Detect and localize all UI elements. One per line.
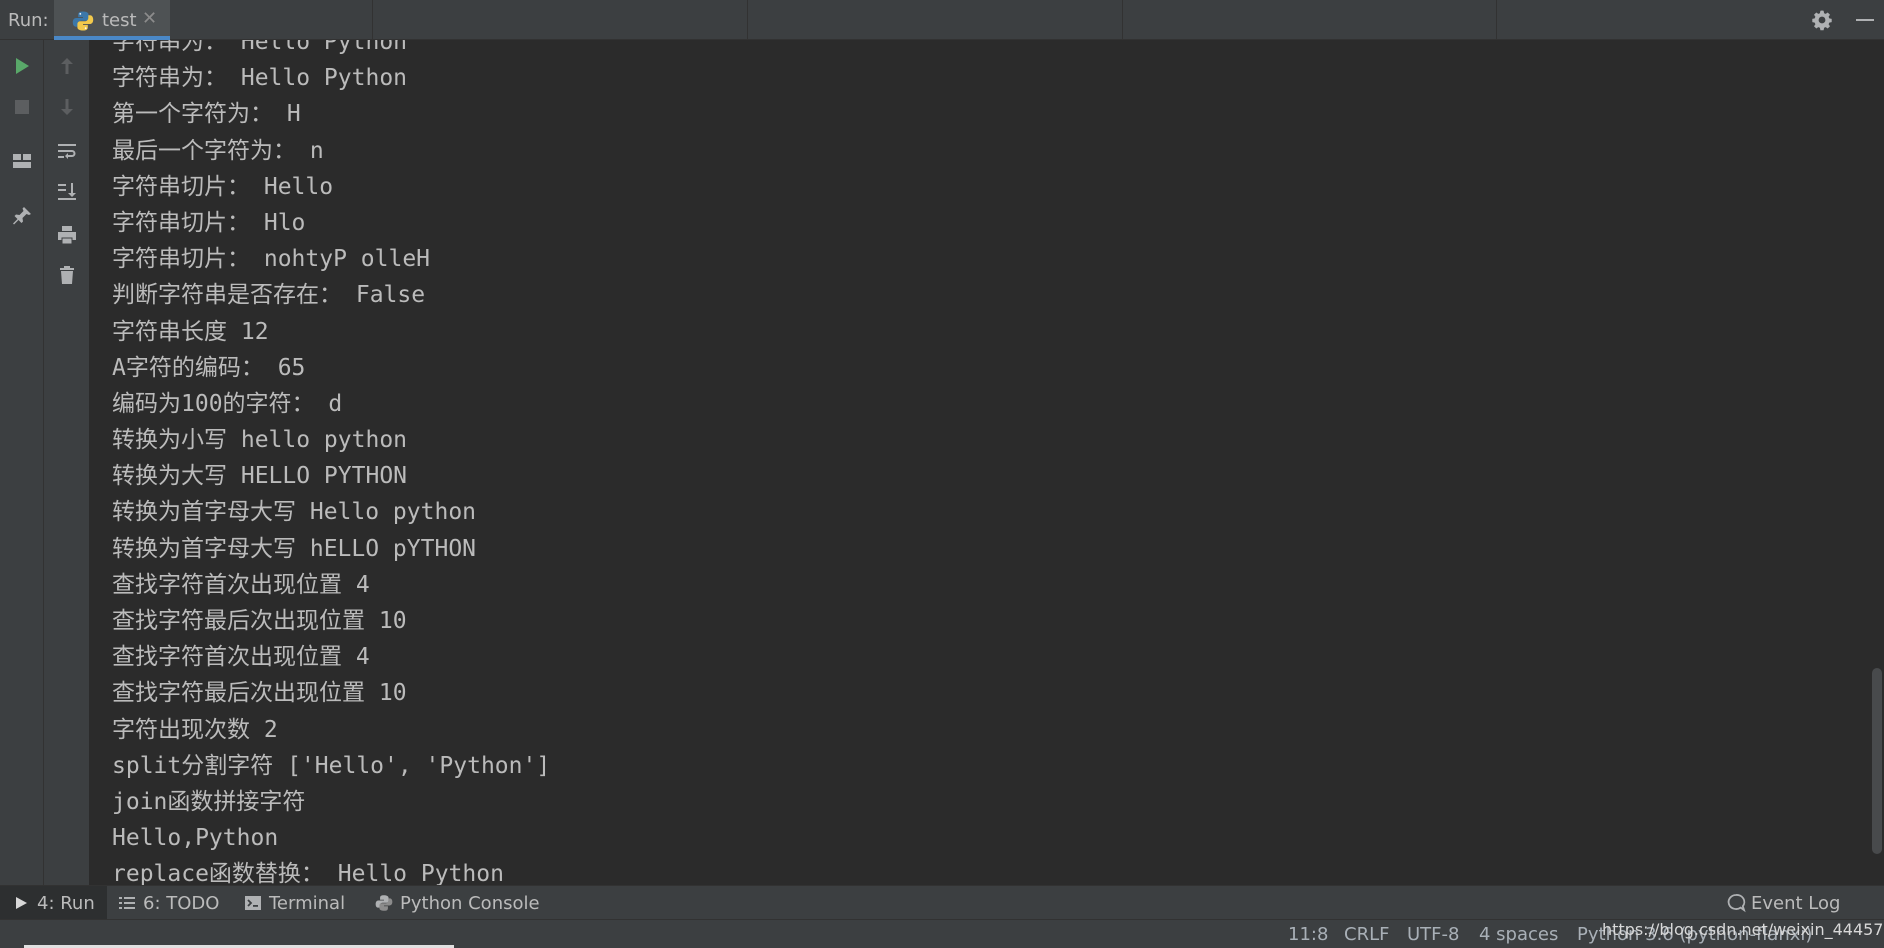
layout-button[interactable] (9, 148, 35, 174)
tab-terminal[interactable]: Terminal (232, 886, 357, 920)
tab-terminal-label: Terminal (269, 892, 346, 914)
console-line: 查找字符首次出现位置 4 (112, 571, 370, 598)
tab-divider (747, 0, 748, 40)
indent-setting[interactable]: 4 spaces (1479, 924, 1558, 945)
minimize-icon[interactable] (1856, 19, 1874, 21)
scroll-up-button[interactable] (54, 53, 80, 79)
console-line: 字符串为： Hello Python (112, 65, 408, 92)
console-line: 转换为小写 hello python (112, 427, 408, 454)
gear-icon[interactable] (1810, 8, 1834, 32)
file-encoding[interactable]: UTF-8 (1407, 924, 1459, 945)
console-line: 转换为首字母大写 hELLO pYTHON (112, 535, 477, 562)
python-icon (72, 11, 94, 31)
tab-run[interactable]: 4: Run (0, 886, 107, 920)
console-scrollbar-thumb[interactable] (1872, 668, 1882, 854)
tab-divider (372, 0, 373, 40)
status-bar: 11:8 CRLF UTF-8 4 spaces Python 3.6 (pyt… (0, 919, 1884, 948)
run-toolbar-primary (0, 40, 44, 885)
soft-wrap-button[interactable] (54, 138, 80, 164)
caret-position[interactable]: 11:8 (1288, 924, 1328, 945)
scroll-end-icon (58, 183, 76, 200)
console-line: A字符的编码： 65 (112, 354, 306, 381)
console-line: 转换为大写 HELLO PYTHON (112, 463, 408, 490)
play-icon (16, 58, 29, 74)
console-line: 第一个字符为： H (112, 101, 301, 128)
stop-icon (15, 100, 29, 114)
tab-divider (1496, 0, 1497, 40)
run-label: Run: (8, 10, 49, 31)
wrap-icon (58, 144, 76, 159)
stop-button[interactable] (9, 94, 35, 120)
console-line: 判断字符串是否存在： False (112, 282, 426, 309)
console-line: 查找字符最后次出现位置 10 (112, 608, 407, 634)
trash-icon (60, 266, 74, 284)
event-log-label: Event Log (1751, 892, 1841, 914)
console-line: 最后一个字符为： n (112, 137, 324, 164)
run-toolbar-secondary (44, 40, 90, 885)
watermark: https://blog.csdn.net/weixin_44457013 (1602, 920, 1884, 939)
arrow-up-icon (61, 58, 73, 74)
run-tool-window-header: Run: test ✕ (0, 0, 1884, 40)
console-line: 编码为100的字符： d (112, 390, 343, 417)
tab-title: test (102, 10, 137, 31)
console-line: 字符串切片： nohtyP olleH (112, 246, 431, 273)
console-line: Hello,Python (112, 825, 279, 852)
print-icon (58, 226, 76, 245)
event-log-button[interactable]: Event Log (1726, 886, 1840, 920)
scroll-to-end-button[interactable] (54, 178, 80, 204)
console-line: 字符串切片： Hlo (112, 209, 306, 236)
list-icon (119, 897, 135, 909)
python-console-icon (375, 895, 393, 911)
tab-run-label: 4: Run (37, 892, 95, 914)
tab-divider (1122, 0, 1123, 40)
layout-icon (13, 154, 31, 168)
console-line: replace函数替换： Hello Python (112, 861, 504, 885)
console-line: 字符串为： Hello Python (112, 40, 408, 55)
event-log-icon (1727, 894, 1746, 913)
console-line: split分割字符 ['Hello', 'Python'] (112, 752, 551, 779)
line-separator[interactable]: CRLF (1344, 924, 1389, 945)
scroll-down-button[interactable] (54, 94, 80, 120)
rerun-button[interactable] (9, 53, 35, 79)
tab-python-console-label: Python Console (400, 892, 540, 914)
clear-all-button[interactable] (54, 262, 80, 288)
close-icon[interactable]: ✕ (142, 8, 157, 29)
tab-todo[interactable]: 6: TODO (106, 886, 231, 920)
pin-tab-button[interactable] (9, 203, 35, 229)
console-output[interactable]: 字符串为： Hello Python 字符串为： Hello Python 第一… (91, 40, 1873, 885)
terminal-icon (245, 896, 261, 910)
console-line: 转换为首字母大写 Hello python (112, 499, 477, 526)
console-line: 字符串长度 12 (112, 318, 269, 345)
tab-python-console[interactable]: Python Console (363, 886, 552, 920)
console-line: join函数拼接字符 (112, 788, 306, 815)
play-icon (16, 897, 27, 909)
console-line: 字符出现次数 2 (112, 716, 278, 743)
tab-todo-label: 6: TODO (143, 892, 220, 914)
print-button[interactable] (54, 222, 80, 248)
console-line: 字符串切片： Hello (112, 173, 334, 200)
tab-test[interactable]: test ✕ (54, 0, 170, 40)
console-line: 查找字符首次出现位置 4 (112, 644, 370, 671)
tool-window-bar: 4: Run 6: TODO Terminal Python Console E… (0, 885, 1884, 920)
pin-icon (13, 207, 31, 225)
console-line: 查找字符最后次出现位置 10 (112, 680, 407, 707)
arrow-down-icon (61, 99, 73, 115)
